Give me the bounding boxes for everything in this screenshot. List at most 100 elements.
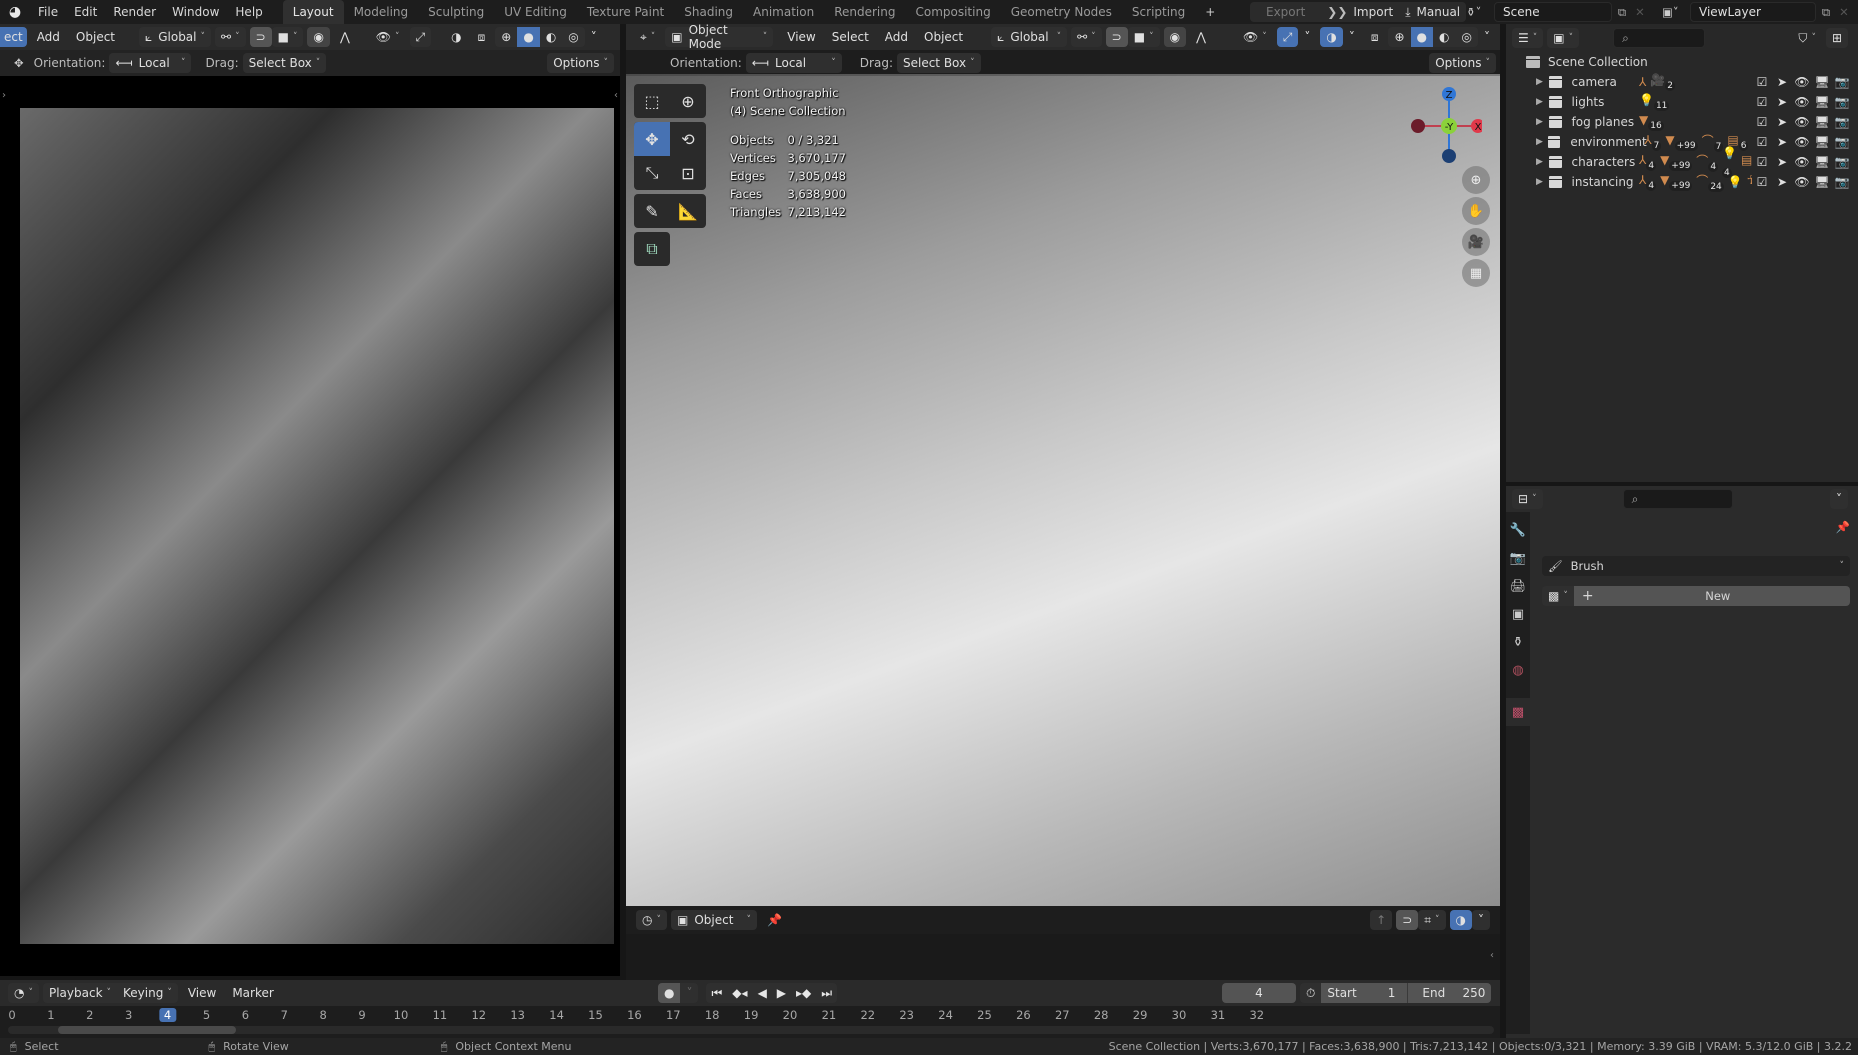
viewport-monitor-icon[interactable]: 🖥 <box>1812 115 1832 129</box>
frame-tick[interactable]: 25 <box>977 1008 992 1022</box>
frame-tick[interactable]: 7 <box>281 1008 288 1022</box>
overlays-dropdown[interactable]: ˅ <box>1472 910 1490 930</box>
annotate-tool-icon[interactable]: ✎ <box>634 194 670 228</box>
viewport-monitor-icon[interactable]: 🖥 <box>1812 175 1832 189</box>
expand-arrow-icon[interactable]: ▶ <box>1536 77 1549 87</box>
menu-file[interactable]: File <box>30 0 66 24</box>
editor-type-dropdown[interactable]: ◔ ˅ <box>8 983 39 1003</box>
measure-tool-icon[interactable]: 📐 <box>670 194 706 228</box>
play-reverse-icon[interactable]: ◀ <box>752 983 772 1003</box>
gizmo-toggle[interactable]: ⤢ <box>1276 27 1299 47</box>
end-frame-field[interactable]: End 250 <box>1407 983 1492 1003</box>
delete-scene-icon[interactable]: ✕ <box>1632 5 1648 19</box>
snap-toggle[interactable]: ⊃ <box>1105 27 1128 47</box>
camera-view-icon[interactable]: 🎥 <box>1462 228 1490 256</box>
editor-type-dropdown[interactable]: ⌖ ˅ <box>634 27 661 47</box>
frame-tick[interactable]: 13 <box>510 1008 525 1022</box>
tab-layout[interactable]: Layout <box>282 0 344 24</box>
selectable-arrow-icon[interactable]: ➤ <box>1772 95 1792 109</box>
visibility-dropdown[interactable]: 👁 ˅ <box>370 27 406 47</box>
frame-tick[interactable]: 19 <box>744 1008 759 1022</box>
properties-search-input[interactable]: ⌕ <box>1622 489 1733 509</box>
filter-dropdown[interactable]: ⛉ ˅ <box>1792 28 1822 48</box>
gizmo-toggle[interactable]: ⤢ <box>409 27 432 47</box>
object-menu[interactable]: Object <box>70 27 121 47</box>
outliner-item[interactable]: ▶instancing⅄4▼+99⌒24💡☥2☑➤👁🖥📷 <box>1506 172 1858 192</box>
expand-sidebar-icon[interactable]: ‹ <box>614 90 618 101</box>
viewport-monitor-icon[interactable]: 🖥 <box>1812 75 1832 89</box>
tab-tool-icon[interactable]: 🔧 <box>1506 516 1530 544</box>
add-cube-tool-icon[interactable]: ⧉ <box>634 232 670 266</box>
falloff-dropdown[interactable]: ⋀ <box>1190 27 1212 47</box>
viewport-monitor-icon[interactable]: 🖥 <box>1812 155 1832 169</box>
frame-tick[interactable]: 14 <box>549 1008 564 1022</box>
expand-arrow-icon[interactable]: ▶ <box>1536 177 1549 187</box>
snap-target-dropdown[interactable]: ■ ˅ <box>271 27 304 47</box>
prev-keyframe-icon[interactable]: ◆◂ <box>727 983 753 1003</box>
marker-menu[interactable]: Marker <box>226 983 279 1003</box>
visibility-eye-icon[interactable]: 👁 <box>1792 115 1812 129</box>
selectable-arrow-icon[interactable]: ➤ <box>1772 135 1792 149</box>
exclude-checkbox[interactable]: ☑ <box>1752 75 1772 89</box>
new-collection-button[interactable]: ⊞ <box>1825 28 1848 48</box>
rotate-tool-icon[interactable]: ⟲ <box>670 122 706 156</box>
frame-tick[interactable]: 24 <box>938 1008 953 1022</box>
render-camera-icon[interactable]: 📷 <box>1832 155 1852 169</box>
drag-dropdown[interactable]: Select Box ˅ <box>896 53 981 73</box>
select-box-tool-icon[interactable]: ⬚ <box>634 84 670 118</box>
auto-keying-dropdown[interactable]: ˅ <box>680 983 699 1003</box>
pan-hand-icon[interactable]: ✋ <box>1462 197 1490 225</box>
zoom-icon[interactable]: ⊕ <box>1462 166 1490 194</box>
frame-tick[interactable]: 29 <box>1133 1008 1148 1022</box>
export-button[interactable]: Export <box>1250 2 1322 22</box>
add-menu[interactable]: Add <box>879 27 914 47</box>
tab-rendering[interactable]: Rendering <box>824 0 905 24</box>
tab-texture-icon[interactable]: ▩ <box>1506 698 1530 726</box>
menu-edit[interactable]: Edit <box>66 0 105 24</box>
frame-tick[interactable]: 15 <box>588 1008 603 1022</box>
view-layer-filter-dropdown[interactable]: ▣ ˅ <box>1547 28 1580 48</box>
render-camera-icon[interactable]: 📷 <box>1832 115 1852 129</box>
outliner-item[interactable]: ▶ camera ⅄ 🎥 2 ☑ ➤ 👁 🖥 📷 <box>1506 72 1858 92</box>
selectable-arrow-icon[interactable]: ➤ <box>1772 75 1792 89</box>
outliner-item[interactable]: ▶ fog planes ▼ 16 ☑ ➤ 👁 🖥 📷 <box>1506 112 1858 132</box>
frame-tick[interactable]: 31 <box>1211 1008 1226 1022</box>
copy-scene-icon[interactable]: ⧉ <box>1612 5 1632 20</box>
snap-toggle[interactable]: ⊃ <box>1396 910 1419 930</box>
proportional-editing-toggle[interactable]: ◉ <box>1163 27 1187 47</box>
expand-arrow-icon[interactable]: ▶ <box>1536 97 1549 107</box>
frame-tick[interactable]: 23 <box>899 1008 914 1022</box>
tab-animation[interactable]: Animation <box>743 0 824 24</box>
expand-arrow-icon[interactable]: ▶ <box>1536 157 1549 167</box>
tab-scripting[interactable]: Scripting <box>1122 0 1195 24</box>
auto-keying-toggle[interactable]: ● <box>658 983 681 1003</box>
collapse-region-icon[interactable]: ‹ <box>1490 950 1494 961</box>
parent-icon[interactable]: ↑ <box>1370 910 1393 930</box>
wireframe-shading-button[interactable]: ⊕ <box>1388 27 1411 47</box>
frame-tick[interactable]: 12 <box>471 1008 486 1022</box>
ortho-grid-icon[interactable]: ▦ <box>1462 259 1490 287</box>
selectable-arrow-icon[interactable]: ➤ <box>1772 155 1792 169</box>
menu-window[interactable]: Window <box>164 0 227 24</box>
outliner-item[interactable]: ▶characters⅄4▼+99⌒4💡4▤4☑➤👁🖥📷 <box>1506 146 1858 178</box>
neg-z-axis-handle[interactable] <box>1442 149 1456 163</box>
copy-view-layer-icon[interactable]: ⧉ <box>1816 5 1836 20</box>
overlays-toggle[interactable]: ◑ <box>1320 27 1343 47</box>
navigation-gizmo[interactable]: Z X -Y <box>1406 84 1482 164</box>
frame-tick[interactable]: 20 <box>783 1008 798 1022</box>
overlays-dropdown[interactable]: ˅ <box>1343 27 1361 47</box>
frame-tick[interactable]: 22 <box>860 1008 875 1022</box>
xray-toggle[interactable]: ⧈ <box>1365 27 1385 47</box>
view-menu[interactable]: View <box>781 27 821 47</box>
texture-browse-dropdown[interactable]: ▩ ˅ <box>1542 586 1574 606</box>
drag-dropdown[interactable]: Select Box ˅ <box>242 53 327 73</box>
stopwatch-icon[interactable]: ⏱ <box>1300 983 1322 1003</box>
frame-tick[interactable]: 5 <box>203 1008 210 1022</box>
tab-texture-paint[interactable]: Texture Paint <box>577 0 674 24</box>
frame-tick[interactable]: 8 <box>320 1008 327 1022</box>
playback-dropdown[interactable]: Playback ˅ <box>42 983 118 1003</box>
frame-tick[interactable]: 10 <box>394 1008 409 1022</box>
import-button[interactable]: ❯❯ Import <box>1321 2 1400 22</box>
gizmo-dropdown[interactable]: ˅ <box>1298 27 1316 47</box>
frame-tick[interactable]: 26 <box>1016 1008 1031 1022</box>
